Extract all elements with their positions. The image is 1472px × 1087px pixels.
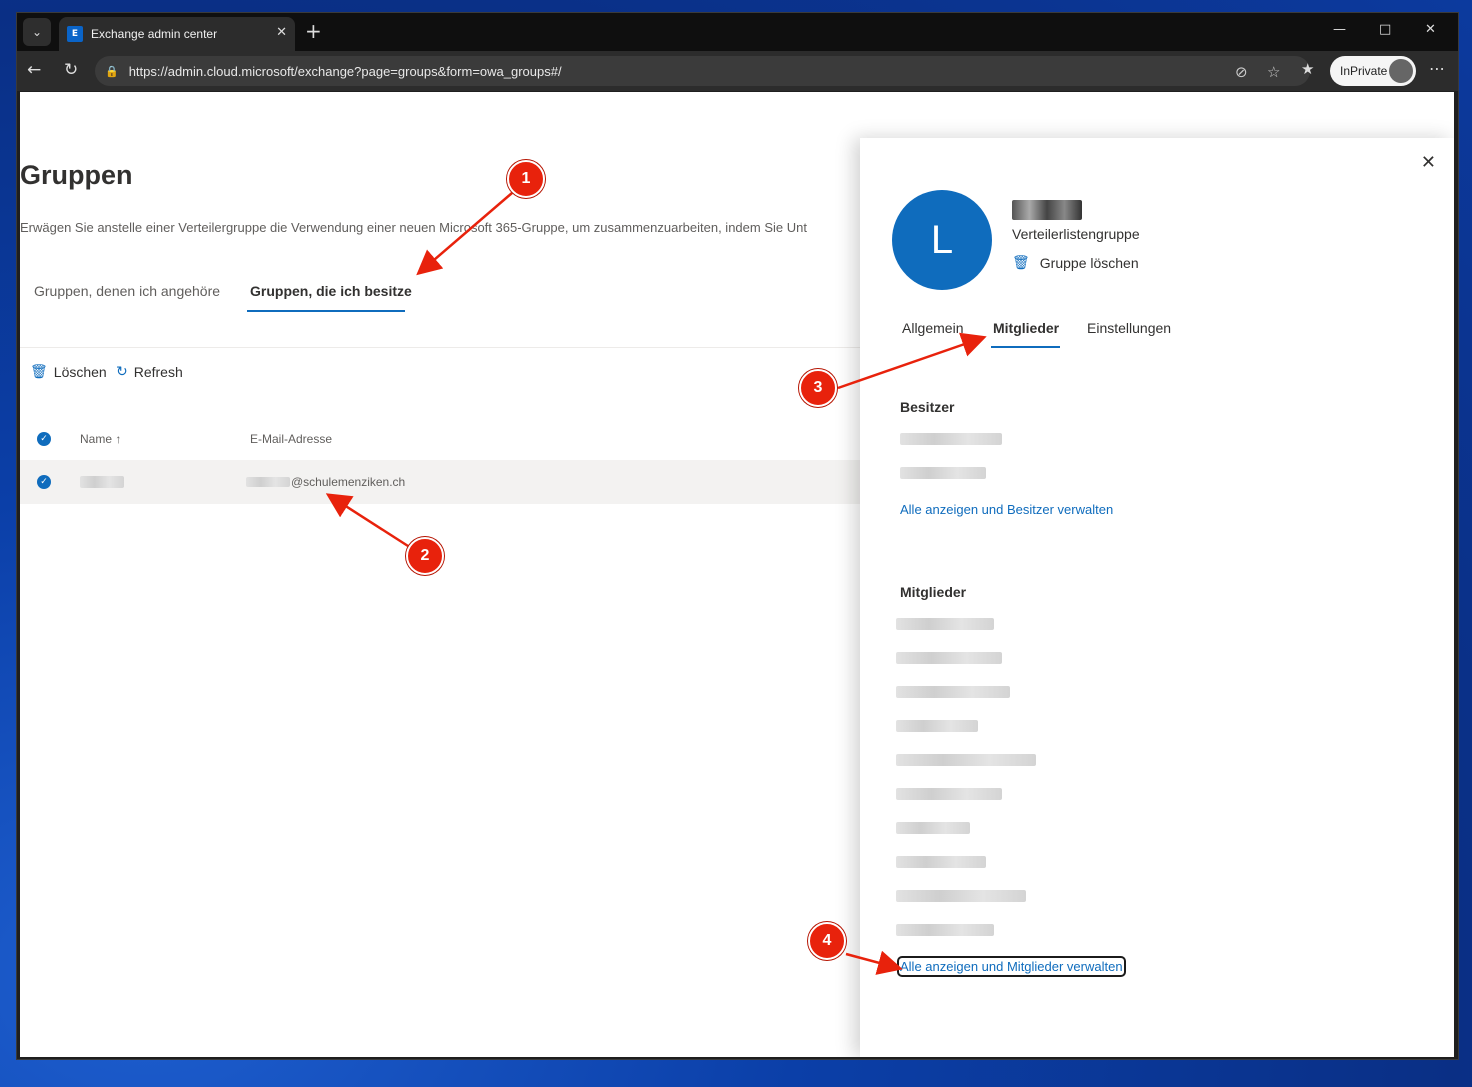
address-bar-row: ← ↻ 🔒 https://admin.cloud.microsoft/exch… bbox=[17, 51, 1458, 91]
redacted-owner bbox=[900, 467, 986, 479]
trash-icon: 🗑 bbox=[30, 363, 48, 379]
refresh-button[interactable]: ↻ Refresh bbox=[116, 363, 183, 380]
redacted-member bbox=[896, 924, 994, 936]
redacted-member bbox=[896, 822, 970, 834]
delete-button[interactable]: 🗑 Löschen bbox=[30, 363, 107, 380]
minimize-icon[interactable]: — bbox=[1333, 22, 1346, 37]
page-description: Erwägen Sie anstelle einer Verteilergrup… bbox=[20, 220, 807, 235]
group-avatar: L bbox=[892, 190, 992, 290]
close-icon[interactable]: ✕ bbox=[1421, 152, 1436, 173]
redacted-email-local bbox=[246, 477, 290, 487]
annotation-badge-1: 1 bbox=[507, 160, 545, 198]
maximize-icon[interactable]: □ bbox=[1379, 22, 1391, 37]
redacted-member bbox=[896, 856, 986, 868]
tab-actions-chevron-icon[interactable]: ⌄ bbox=[23, 18, 51, 46]
annotation-badge-3: 3 bbox=[799, 369, 837, 407]
tab-groups-member-of[interactable]: Gruppen, denen ich angehöre bbox=[34, 283, 220, 299]
manage-members-link[interactable]: Alle anzeigen und Mitglieder verwalten bbox=[897, 956, 1126, 977]
favorites-list-icon[interactable]: ★ bbox=[1301, 60, 1314, 78]
refresh-label: Refresh bbox=[133, 363, 183, 380]
page-content: Gruppen Erwägen Sie anstelle einer Verte… bbox=[20, 92, 1454, 1057]
active-tab-indicator bbox=[247, 310, 405, 312]
row-checkbox[interactable]: ✓ bbox=[37, 475, 51, 489]
redacted-member bbox=[896, 720, 978, 732]
back-arrow-icon[interactable]: ← bbox=[27, 60, 41, 80]
favorite-star-icon[interactable]: ☆ bbox=[1267, 63, 1280, 81]
inprivate-badge[interactable]: InPrivate bbox=[1330, 56, 1416, 86]
redacted-member bbox=[896, 618, 994, 630]
redacted-owner bbox=[900, 433, 1002, 445]
sort-ascending-icon: ↑ bbox=[115, 432, 122, 446]
more-options-icon[interactable]: ⋯ bbox=[1429, 59, 1445, 78]
exchange-favicon-icon: E bbox=[67, 26, 83, 42]
column-header-email[interactable]: E-Mail-Adresse bbox=[250, 432, 332, 446]
table-row[interactable] bbox=[20, 460, 880, 504]
new-tab-plus-icon[interactable]: + bbox=[305, 19, 322, 43]
tracking-prevention-icon[interactable]: ⊘ bbox=[1235, 63, 1248, 81]
members-heading: Mitglieder bbox=[900, 584, 967, 600]
profile-avatar-icon bbox=[1389, 59, 1413, 83]
tab-members[interactable]: Mitglieder bbox=[993, 320, 1059, 336]
tab-groups-i-own[interactable]: Gruppen, die ich besitze bbox=[250, 283, 412, 299]
redacted-name bbox=[80, 476, 124, 488]
browser-window: ⌄ E Exchange admin center ✕ + — □ ✕ ← ↻ … bbox=[16, 12, 1459, 1060]
manage-owners-link[interactable]: Alle anzeigen und Besitzer verwalten bbox=[900, 502, 1113, 517]
window-close-icon[interactable]: ✕ bbox=[1425, 22, 1436, 37]
redacted-member bbox=[896, 788, 1002, 800]
redacted-member bbox=[896, 754, 1036, 766]
redacted-member bbox=[896, 890, 1026, 902]
column-header-name[interactable]: Name ↑ bbox=[80, 432, 121, 446]
delete-group-button[interactable]: 🗑 Gruppe löschen bbox=[1012, 254, 1139, 271]
email-suffix: @schulemenziken.ch bbox=[291, 475, 406, 489]
tab-title: Exchange admin center bbox=[91, 27, 218, 41]
delete-group-label: Gruppe löschen bbox=[1039, 254, 1139, 271]
trash-icon: 🗑 bbox=[1012, 254, 1030, 270]
tab-settings[interactable]: Einstellungen bbox=[1087, 320, 1171, 336]
redacted-group-name bbox=[1012, 200, 1082, 220]
annotation-badge-4: 4 bbox=[808, 922, 846, 960]
group-type: Verteilerlistengruppe bbox=[1012, 226, 1140, 242]
active-tab-indicator bbox=[991, 346, 1060, 348]
group-details-panel: ✕ L Verteilerlistengruppe 🗑 Gruppe lösch… bbox=[860, 138, 1454, 1057]
redacted-member bbox=[896, 686, 1010, 698]
select-all-checkbox[interactable]: ✓ bbox=[37, 432, 51, 446]
delete-label: Löschen bbox=[53, 363, 107, 380]
redacted-member bbox=[896, 652, 1002, 664]
url-text: https://admin.cloud.microsoft/exchange?p… bbox=[128, 63, 562, 79]
owners-heading: Besitzer bbox=[900, 399, 955, 415]
tab-close-icon[interactable]: ✕ bbox=[276, 25, 287, 40]
column-name-label: Name bbox=[80, 432, 113, 446]
tab-general[interactable]: Allgemein bbox=[902, 320, 963, 336]
refresh-icon: ↻ bbox=[116, 363, 128, 379]
browser-tab[interactable]: E Exchange admin center ✕ bbox=[59, 17, 295, 51]
lock-icon[interactable]: 🔒 bbox=[105, 65, 119, 78]
page-title: Gruppen bbox=[20, 160, 133, 190]
annotation-badge-2: 2 bbox=[406, 537, 444, 575]
divider bbox=[20, 347, 880, 348]
reload-icon[interactable]: ↻ bbox=[64, 60, 78, 80]
url-field[interactable]: 🔒 https://admin.cloud.microsoft/exchange… bbox=[95, 56, 1310, 86]
inprivate-label: InPrivate bbox=[1340, 64, 1388, 78]
tab-strip: ⌄ E Exchange admin center ✕ + — □ ✕ bbox=[17, 13, 1458, 51]
